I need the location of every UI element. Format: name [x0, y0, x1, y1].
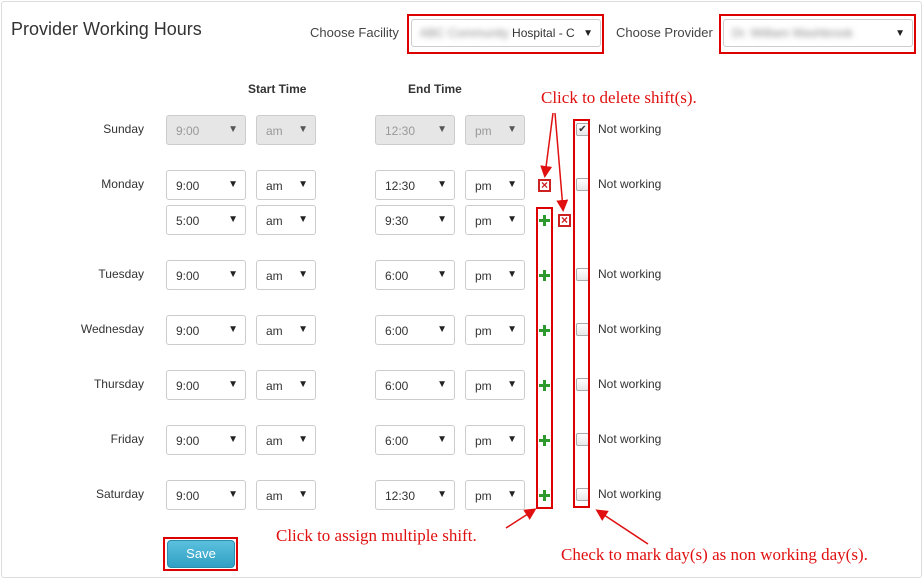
annotation-arrows [505, 112, 649, 545]
